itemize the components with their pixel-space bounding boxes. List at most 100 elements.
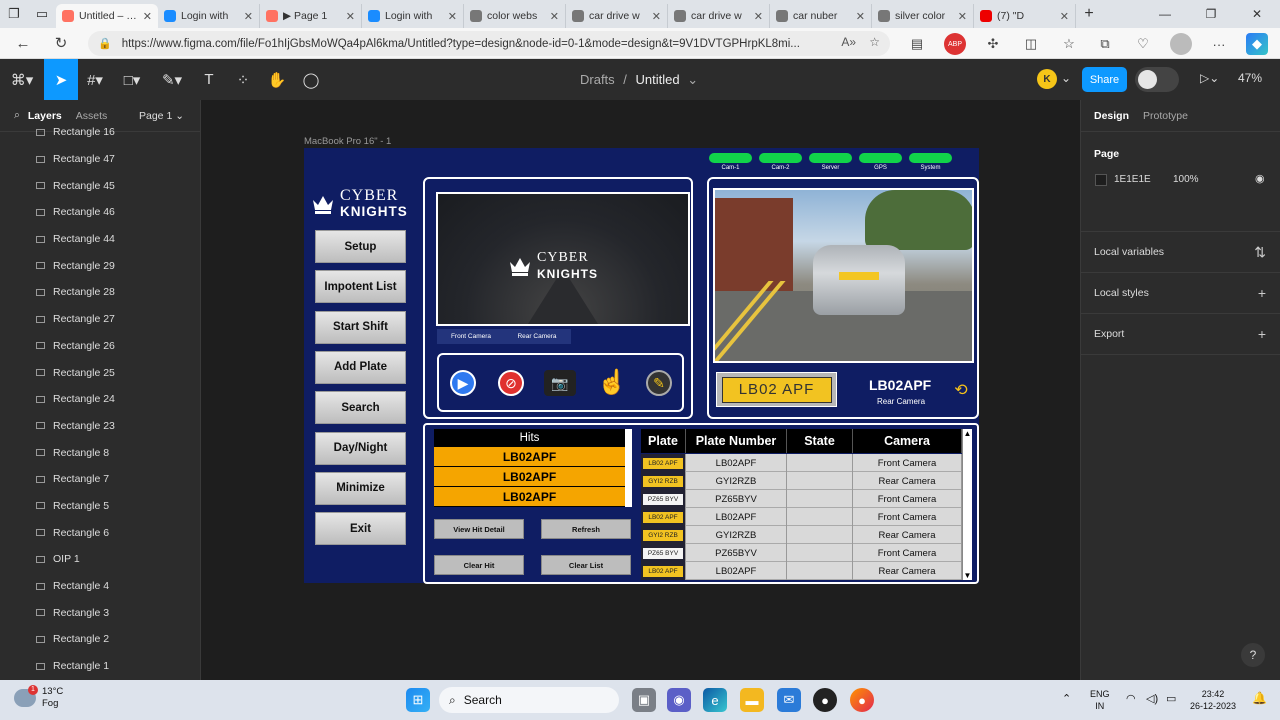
browser-tab[interactable]: car nuber ✕ xyxy=(770,4,872,28)
close-tab-icon[interactable]: ✕ xyxy=(958,10,967,23)
browser-essentials-icon[interactable]: ♡ xyxy=(1132,33,1154,55)
menu-button[interactable]: Day/Night xyxy=(315,431,406,465)
taskbar-search[interactable]: ⌕ Search xyxy=(439,687,619,713)
menu-button[interactable]: Exit xyxy=(315,512,406,546)
close-tab-icon[interactable]: ✕ xyxy=(346,10,355,23)
design-section[interactable]: Local variables ⇅ xyxy=(1081,232,1280,273)
close-window-icon[interactable]: ✕ xyxy=(1234,0,1280,28)
close-tab-icon[interactable]: ✕ xyxy=(856,10,865,23)
history-icon[interactable]: ⟲ xyxy=(951,380,971,400)
file-name[interactable]: Untitled xyxy=(636,72,680,87)
page-color-swatch[interactable] xyxy=(1095,174,1107,186)
resources-icon[interactable]: ⁘ xyxy=(226,59,260,100)
favorite-star-icon[interactable]: ☆ xyxy=(869,35,880,49)
table-scrollbar[interactable]: ▲ ▼ xyxy=(962,429,972,580)
layer-item[interactable]: Rectangle 28 xyxy=(0,279,200,306)
profile-icon[interactable] xyxy=(1170,33,1192,55)
scroll-up-icon[interactable]: ▲ xyxy=(963,429,972,438)
plus-icon[interactable]: + xyxy=(1258,326,1266,342)
chevron-down-icon[interactable]: ⌄ xyxy=(1061,71,1071,85)
refresh-icon[interactable]: ↻ xyxy=(44,34,78,52)
camera-icon[interactable]: 📷 xyxy=(544,370,576,396)
table-header[interactable]: Camera xyxy=(853,429,962,453)
close-tab-icon[interactable]: ✕ xyxy=(244,10,253,23)
chevron-up-icon[interactable]: ⌃ xyxy=(1062,693,1071,705)
menu-button[interactable]: Start Shift xyxy=(315,310,406,344)
dev-mode-toggle[interactable] xyxy=(1135,67,1179,92)
collections-icon[interactable]: ▤ xyxy=(906,33,928,55)
figma-main-menu-icon[interactable]: ⌘▾ xyxy=(0,59,44,100)
more-menu-icon[interactable]: ··· xyxy=(1208,33,1230,55)
stop-icon[interactable]: ⊘ xyxy=(498,370,524,396)
close-tab-icon[interactable]: ✕ xyxy=(550,10,559,23)
extensions-icon[interactable]: ✣ xyxy=(982,33,1004,55)
design-section[interactable]: Export + xyxy=(1081,314,1280,355)
layer-item[interactable]: Rectangle 45 xyxy=(0,172,200,199)
chevron-down-icon[interactable]: ⌄ xyxy=(687,72,698,87)
move-tool-icon[interactable]: ➤ xyxy=(44,59,78,100)
mail-icon[interactable]: ✉ xyxy=(777,688,801,712)
layer-item[interactable]: Rectangle 1 xyxy=(0,653,200,680)
view-hit-detail-button[interactable]: View Hit Detail xyxy=(434,519,524,539)
layer-item[interactable]: Rectangle 24 xyxy=(0,386,200,413)
layer-item[interactable]: Rectangle 2 xyxy=(0,626,200,653)
eye-icon[interactable]: ◉ xyxy=(1255,172,1265,185)
browser-tab[interactable]: Login with ✕ xyxy=(158,4,260,28)
layer-item[interactable]: Rectangle 5 xyxy=(0,493,200,520)
pen-tool-icon[interactable]: ✎▾ xyxy=(152,59,192,100)
browser-tab[interactable]: (7) "D ✕ xyxy=(974,4,1076,28)
scroll-down-icon[interactable]: ▼ xyxy=(963,571,972,580)
favorites-icon[interactable]: ☆ xyxy=(1058,33,1080,55)
dell-icon[interactable]: ● xyxy=(813,688,837,712)
volume-icon[interactable]: ◁) xyxy=(1146,693,1158,705)
copilot-icon[interactable]: ◆ xyxy=(1246,33,1268,55)
hit-row[interactable]: LB02APF xyxy=(434,467,625,486)
layer-item[interactable]: Rectangle 44 xyxy=(0,226,200,253)
menu-button[interactable]: Setup xyxy=(315,230,406,263)
task-view-icon[interactable]: ▣ xyxy=(632,688,656,712)
wifi-icon[interactable]: ◠ xyxy=(1126,693,1136,705)
tab-prototype[interactable]: Prototype xyxy=(1143,110,1188,122)
zoom-level[interactable]: 47% xyxy=(1238,71,1262,85)
menu-button[interactable]: Add Plate xyxy=(315,350,406,384)
table-row[interactable]: PZ65 BYV PZ65BYV Front Camera xyxy=(641,544,962,562)
close-tab-icon[interactable]: ✕ xyxy=(754,10,763,23)
teams-icon[interactable]: ◉ xyxy=(667,688,691,712)
plus-icon[interactable]: + xyxy=(1258,285,1266,301)
new-tab-button[interactable]: + xyxy=(1076,5,1102,23)
language-indicator[interactable]: ENG IN xyxy=(1090,688,1110,712)
design-section[interactable]: Local styles + xyxy=(1081,273,1280,314)
clear-hit-button[interactable]: Clear Hit xyxy=(434,555,524,575)
layer-item[interactable]: Rectangle 25 xyxy=(0,359,200,386)
browser-tab[interactable]: color webs ✕ xyxy=(464,4,566,28)
menu-button[interactable]: Minimize xyxy=(315,471,406,505)
tab-rear-camera[interactable]: Rear Camera xyxy=(503,329,571,344)
workspaces-icon[interactable]: ❐ xyxy=(0,0,28,28)
compass-icon[interactable]: ✎ xyxy=(646,370,672,396)
close-tab-icon[interactable]: ✕ xyxy=(143,10,152,23)
layer-item[interactable]: Rectangle 26 xyxy=(0,333,200,360)
menu-button[interactable]: Search xyxy=(315,391,406,425)
split-screen-icon[interactable]: ◫ xyxy=(1020,33,1042,55)
text-tool-icon[interactable]: T xyxy=(192,59,226,100)
weather-widget[interactable]: 1 13°C Fog xyxy=(14,685,63,710)
table-row[interactable]: LB02 APF LB02APF Rear Camera xyxy=(641,562,962,580)
table-row[interactable]: PZ65 BYV PZ65BYV Front Camera xyxy=(641,490,962,508)
frame-label[interactable]: MacBook Pro 16" - 1 xyxy=(304,136,391,147)
hit-row[interactable]: LB02APF xyxy=(434,487,625,506)
layer-item[interactable]: Rectangle 27 xyxy=(0,306,200,333)
layer-item[interactable]: OIP 1 xyxy=(0,546,200,573)
browser-tab[interactable]: Login with ✕ xyxy=(362,4,464,28)
adblock-icon[interactable]: ABP xyxy=(944,33,966,55)
layer-item[interactable]: Rectangle 16 xyxy=(0,119,200,146)
windows-start-icon[interactable]: ⊞ xyxy=(406,688,430,712)
close-tab-icon[interactable]: ✕ xyxy=(652,10,661,23)
table-row[interactable]: LB02 APF LB02APF Front Camera xyxy=(641,454,962,472)
firefox-icon[interactable]: ● xyxy=(850,688,874,712)
tab-front-camera[interactable]: Front Camera xyxy=(437,329,505,344)
table-row[interactable]: LB02 APF LB02APF Front Camera xyxy=(641,508,962,526)
browser-tab[interactable]: silver color ✕ xyxy=(872,4,974,28)
minimize-window-icon[interactable]: — xyxy=(1142,0,1188,28)
hit-row[interactable]: LB02APF xyxy=(434,447,625,466)
tab-actions-icon[interactable]: ▭ xyxy=(28,0,56,28)
